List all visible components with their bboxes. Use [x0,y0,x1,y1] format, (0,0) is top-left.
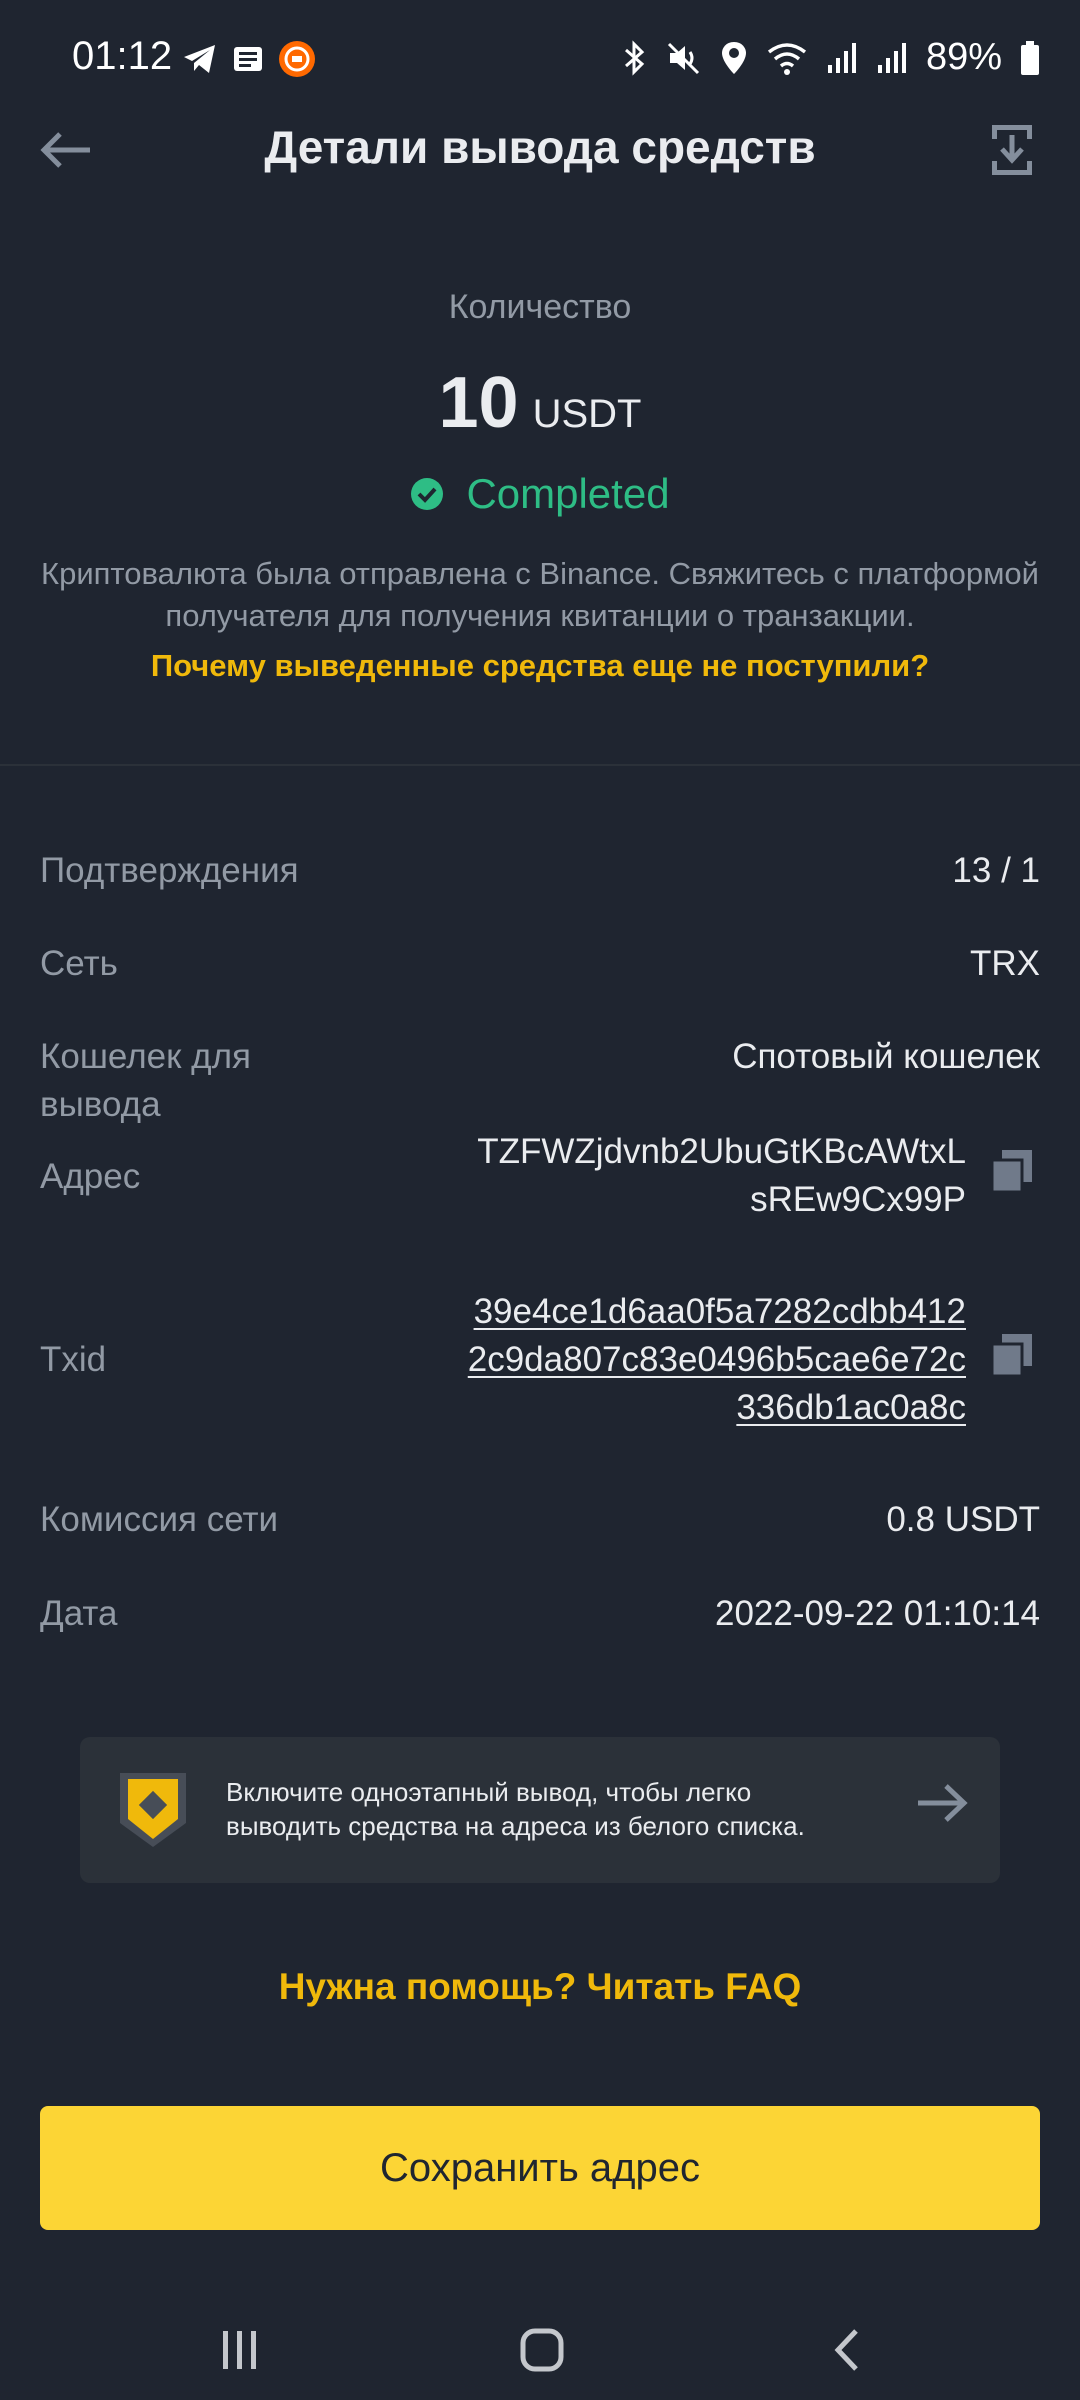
status-text: Completed [466,470,670,517]
arrow-right-icon [918,1784,968,1822]
wallet-label-line2: вывода [40,1085,161,1124]
network-label: Сеть [40,944,118,983]
banner-text: Включите одноэтапный вывод, чтобы легко … [226,1775,906,1843]
why-not-received-link[interactable]: Почему выведенные средства еще не поступ… [0,648,1080,684]
address-value[interactable]: TZFWZjdvnb2UbuGtKBcAWtxL sREw9Cx99P [477,1128,966,1224]
copy-icon [990,1150,1032,1194]
txid-link[interactable]: 39e4ce1d6aa0f5a7282cdbb412 2c9da807c83e0… [468,1288,966,1432]
mute-icon [667,42,699,74]
telegram-icon [184,45,215,73]
txid-line2: 2c9da807c83e0496b5cae6e72c [467,1340,966,1379]
shield-icon [120,1773,186,1847]
home-button[interactable] [502,2310,582,2390]
signal-icon [877,42,906,73]
copy-address-button[interactable] [988,1148,1036,1196]
wallet-label: Кошелек для вывода [40,1033,251,1129]
app-header: Детали вывода средств [0,110,1080,190]
system-icons: 89% [622,36,1040,79]
copy-txid-button[interactable] [988,1332,1036,1380]
signal-icon [827,42,856,73]
address-label: Адрес [40,1157,141,1196]
battery-level: 89% [925,36,1002,78]
divider [0,764,1080,766]
txid-label: Txid [40,1340,107,1379]
amount: 10 USDT [0,362,1080,444]
wifi-icon [767,42,807,75]
check-circle-icon [411,478,444,510]
download-receipt-button[interactable] [980,118,1044,182]
address-line1: TZFWZjdvnb2UbuGtKBcAWtxL [477,1132,966,1171]
amount-label: Количество [448,288,632,326]
date-value: 2022-09-22 01:10:14 [715,1594,1040,1633]
copy-icon [990,1334,1032,1378]
chevron-left-icon [834,2329,858,2371]
location-icon [721,41,746,74]
confirmations-label: Подтверждения [40,851,299,890]
amount-value: 10 [438,363,519,443]
txid-line1: 39e4ce1d6aa0f5a7282cdbb412 [473,1292,966,1331]
description: Криптовалюта была отправлена с Binance. … [41,556,1039,633]
date-label: Дата [40,1594,118,1633]
txid-line3: 336db1ac0a8c [736,1388,966,1427]
home-icon [520,2328,564,2372]
address-line2: sREw9Cx99P [750,1180,966,1219]
status: Completed [0,470,1080,518]
notification-icons [182,40,316,78]
battery-icon [1021,40,1039,75]
banner-text-line2: выводить средства на адреса из белого сп… [226,1811,805,1841]
faq-link[interactable]: Нужна помощь? Читать FAQ [0,1966,1080,2008]
news-icon [234,47,262,71]
bluetooth-icon [624,39,645,76]
fee-label: Комиссия сети [40,1500,279,1539]
fee-value: 0.8 USDT [886,1500,1040,1539]
system-nav-bar [0,2290,1080,2400]
mi-app-icon [279,41,315,77]
network-value: TRX [970,944,1040,983]
download-icon [992,125,1032,175]
nav-back-button[interactable] [806,2310,886,2390]
recent-apps-icon [223,2331,256,2369]
save-address-button[interactable]: Сохранить адрес [40,2106,1040,2230]
banner-text-line1: Включите одноэтапный вывод, чтобы легко [226,1777,752,1807]
confirmations-value: 13 / 1 [952,851,1040,890]
amount-unit: USDT [532,392,642,436]
wallet-value: Спотовый кошелек [732,1037,1040,1076]
status-time: 01:12 [72,34,173,78]
one-step-withdrawal-banner[interactable]: Включите одноэтапный вывод, чтобы легко … [80,1737,1000,1883]
wallet-label-line1: Кошелек для [40,1037,251,1076]
status-bar: 01:12 89% [0,0,1080,120]
page-title: Детали вывода средств [264,121,816,173]
recent-apps-button[interactable] [200,2310,280,2390]
